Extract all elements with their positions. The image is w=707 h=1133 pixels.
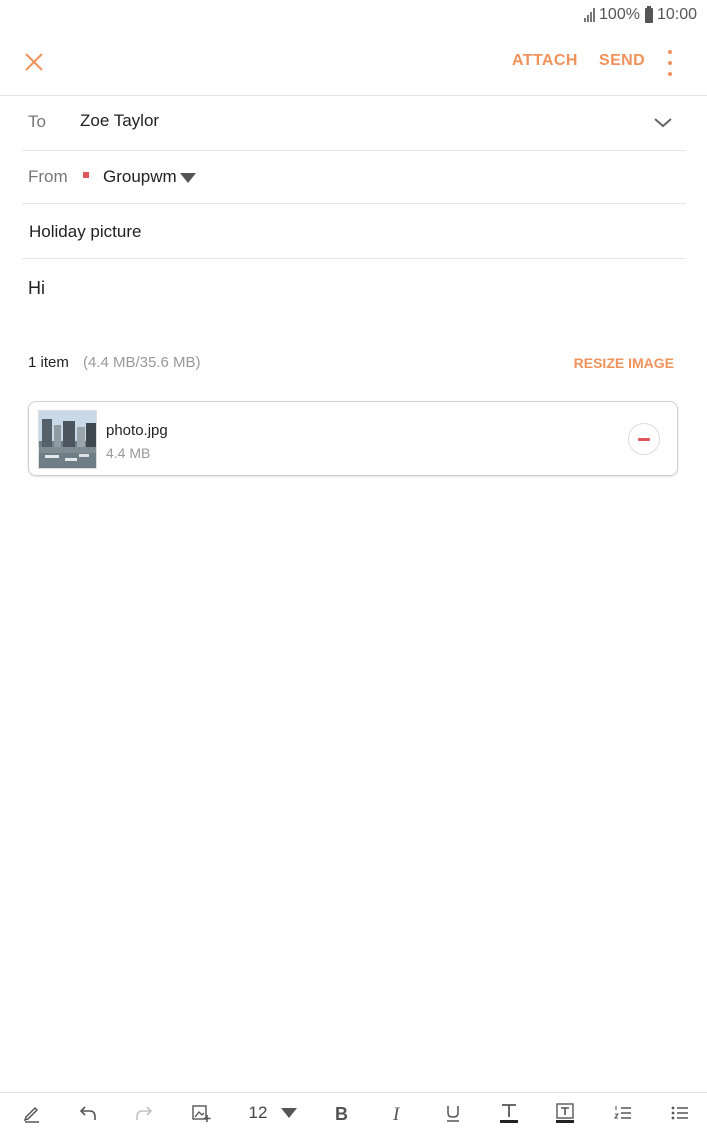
font-size-value[interactable]: 12 <box>243 1093 273 1133</box>
attachment-count: 1 item <box>28 354 69 371</box>
font-size-dropdown-icon[interactable] <box>281 1108 297 1118</box>
attachment-item[interactable]: photo.jpg 4.4 MB <box>28 401 678 476</box>
dropdown-caret-icon[interactable] <box>180 173 196 183</box>
attachment-size: 4.4 MB <box>106 445 151 461</box>
more-icon[interactable] <box>660 50 680 76</box>
underline-icon[interactable] <box>439 1093 467 1133</box>
remove-icon[interactable] <box>628 423 660 455</box>
formatting-toolbar: 12 B I <box>0 1092 707 1133</box>
status-bar: 100% 10:00 <box>0 0 707 30</box>
chevron-down-icon[interactable] <box>652 112 674 134</box>
close-icon[interactable] <box>18 46 50 78</box>
to-recipient[interactable]: Zoe Taylor <box>80 111 159 131</box>
attachment-name: photo.jpg <box>106 422 168 439</box>
text-color-icon[interactable] <box>495 1093 523 1133</box>
signal-icon <box>584 8 596 22</box>
battery-percent: 100% <box>599 6 640 23</box>
bulleted-list-icon[interactable] <box>666 1093 694 1133</box>
insert-image-icon[interactable] <box>187 1093 215 1133</box>
message-body[interactable]: Hi <box>28 278 45 299</box>
to-row: To Zoe Taylor <box>22 96 686 150</box>
send-button[interactable]: SEND <box>599 52 645 70</box>
svg-text:I: I <box>392 1104 401 1123</box>
divider <box>22 258 686 259</box>
resize-image-button[interactable]: RESIZE IMAGE <box>574 355 674 371</box>
attach-button[interactable]: ATTACH <box>512 52 578 70</box>
divider <box>22 203 686 204</box>
to-label: To <box>28 112 46 131</box>
account-color-dot <box>83 172 89 178</box>
attachment-size-summary: (4.4 MB/35.6 MB) <box>83 354 201 371</box>
photo-thumbnail <box>38 410 97 469</box>
compose-action-bar: ATTACH SEND <box>0 30 707 94</box>
clock: 10:00 <box>656 6 697 23</box>
subject-field[interactable]: Holiday picture <box>29 222 141 242</box>
from-label: From <box>28 167 68 186</box>
redo-icon[interactable] <box>130 1093 158 1133</box>
pen-icon[interactable] <box>18 1093 46 1133</box>
from-row: From Groupwm <box>22 151 686 205</box>
from-account[interactable]: Groupwm <box>103 167 177 187</box>
italic-icon[interactable]: I <box>383 1093 411 1133</box>
svg-text:B: B <box>335 1104 348 1123</box>
battery-icon <box>644 5 653 23</box>
text-background-icon[interactable] <box>551 1093 579 1133</box>
numbered-list-icon[interactable] <box>609 1093 637 1133</box>
bold-icon[interactable]: B <box>327 1093 355 1133</box>
undo-icon[interactable] <box>74 1093 102 1133</box>
